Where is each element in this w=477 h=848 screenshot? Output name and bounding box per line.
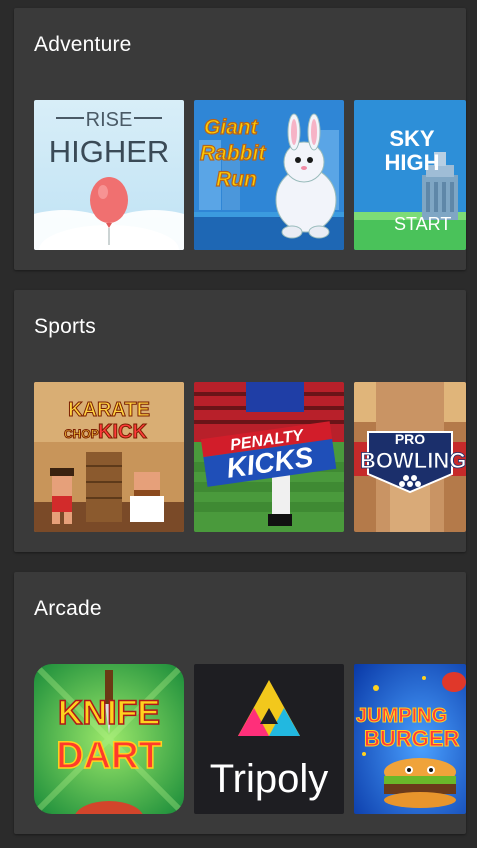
game-title-line-3: Run (216, 168, 257, 191)
game-title-line-2: DART (56, 735, 162, 777)
game-carousel[interactable]: KARATE CHOP KICK PENALTY KICKS PRO BOWLI… (34, 382, 466, 532)
game-title-line-1: KARATE (68, 399, 150, 421)
game-tile-tripoly[interactable]: Tripoly (194, 664, 344, 814)
game-title-line-1: RISE (86, 109, 133, 131)
game-title-line-2: BURGER (364, 726, 459, 751)
game-title-line-2: HIGH (385, 150, 440, 175)
game-tile-knife-dart[interactable]: KNIFE DART (34, 664, 184, 814)
game-tile-pro-bowling[interactable]: PRO BOWLING (354, 382, 466, 532)
section-sports: Sports KARATE CHOP KICK PENALTY KICKS PR… (14, 290, 466, 552)
section-title: Adventure (34, 33, 132, 56)
game-tile-giant-rabbit-run[interactable]: Giant Rabbit Run (194, 100, 344, 250)
section-adventure: Adventure RISE HIGHER Giant Rabbit Run S… (14, 8, 466, 270)
game-catalog-page: Adventure RISE HIGHER Giant Rabbit Run S… (0, 0, 477, 848)
game-tile-rise-higher[interactable]: RISE HIGHER (34, 100, 184, 250)
game-title-line-1: PRO (395, 431, 425, 447)
game-tile-sky-high[interactable]: SKY HIGH START (354, 100, 466, 250)
game-title-line-1: KNIFE (58, 694, 160, 732)
game-title-line-1: SKY (389, 126, 435, 151)
game-carousel[interactable]: RISE HIGHER Giant Rabbit Run SKY HIGH ST… (34, 100, 466, 250)
start-label: START (394, 214, 451, 234)
game-title-line-3: KICK (98, 421, 147, 443)
game-tile-penalty-kicks[interactable]: PENALTY KICKS (194, 382, 344, 532)
game-title-line-2: BOWLING (360, 448, 466, 473)
game-tile-karate-chop-kick[interactable]: KARATE CHOP KICK (34, 382, 184, 532)
game-title-line-1: JUMPING (356, 705, 447, 727)
game-tile-jumping-burger[interactable]: JUMPING BURGER (354, 664, 466, 814)
game-title-line-2: Rabbit (200, 142, 266, 165)
game-title: Tripoly (210, 757, 329, 801)
game-title-line-2: CHOP (64, 427, 99, 441)
game-title-line-2: HIGHER (49, 134, 170, 169)
section-title: Sports (34, 315, 96, 338)
section-arcade: Arcade KNIFE DART Tripoly JUMPING BURGER (14, 572, 466, 834)
section-title: Arcade (34, 597, 102, 620)
game-title-line-1: Giant (204, 116, 259, 139)
game-carousel[interactable]: KNIFE DART Tripoly JUMPING BURGER (34, 664, 466, 814)
